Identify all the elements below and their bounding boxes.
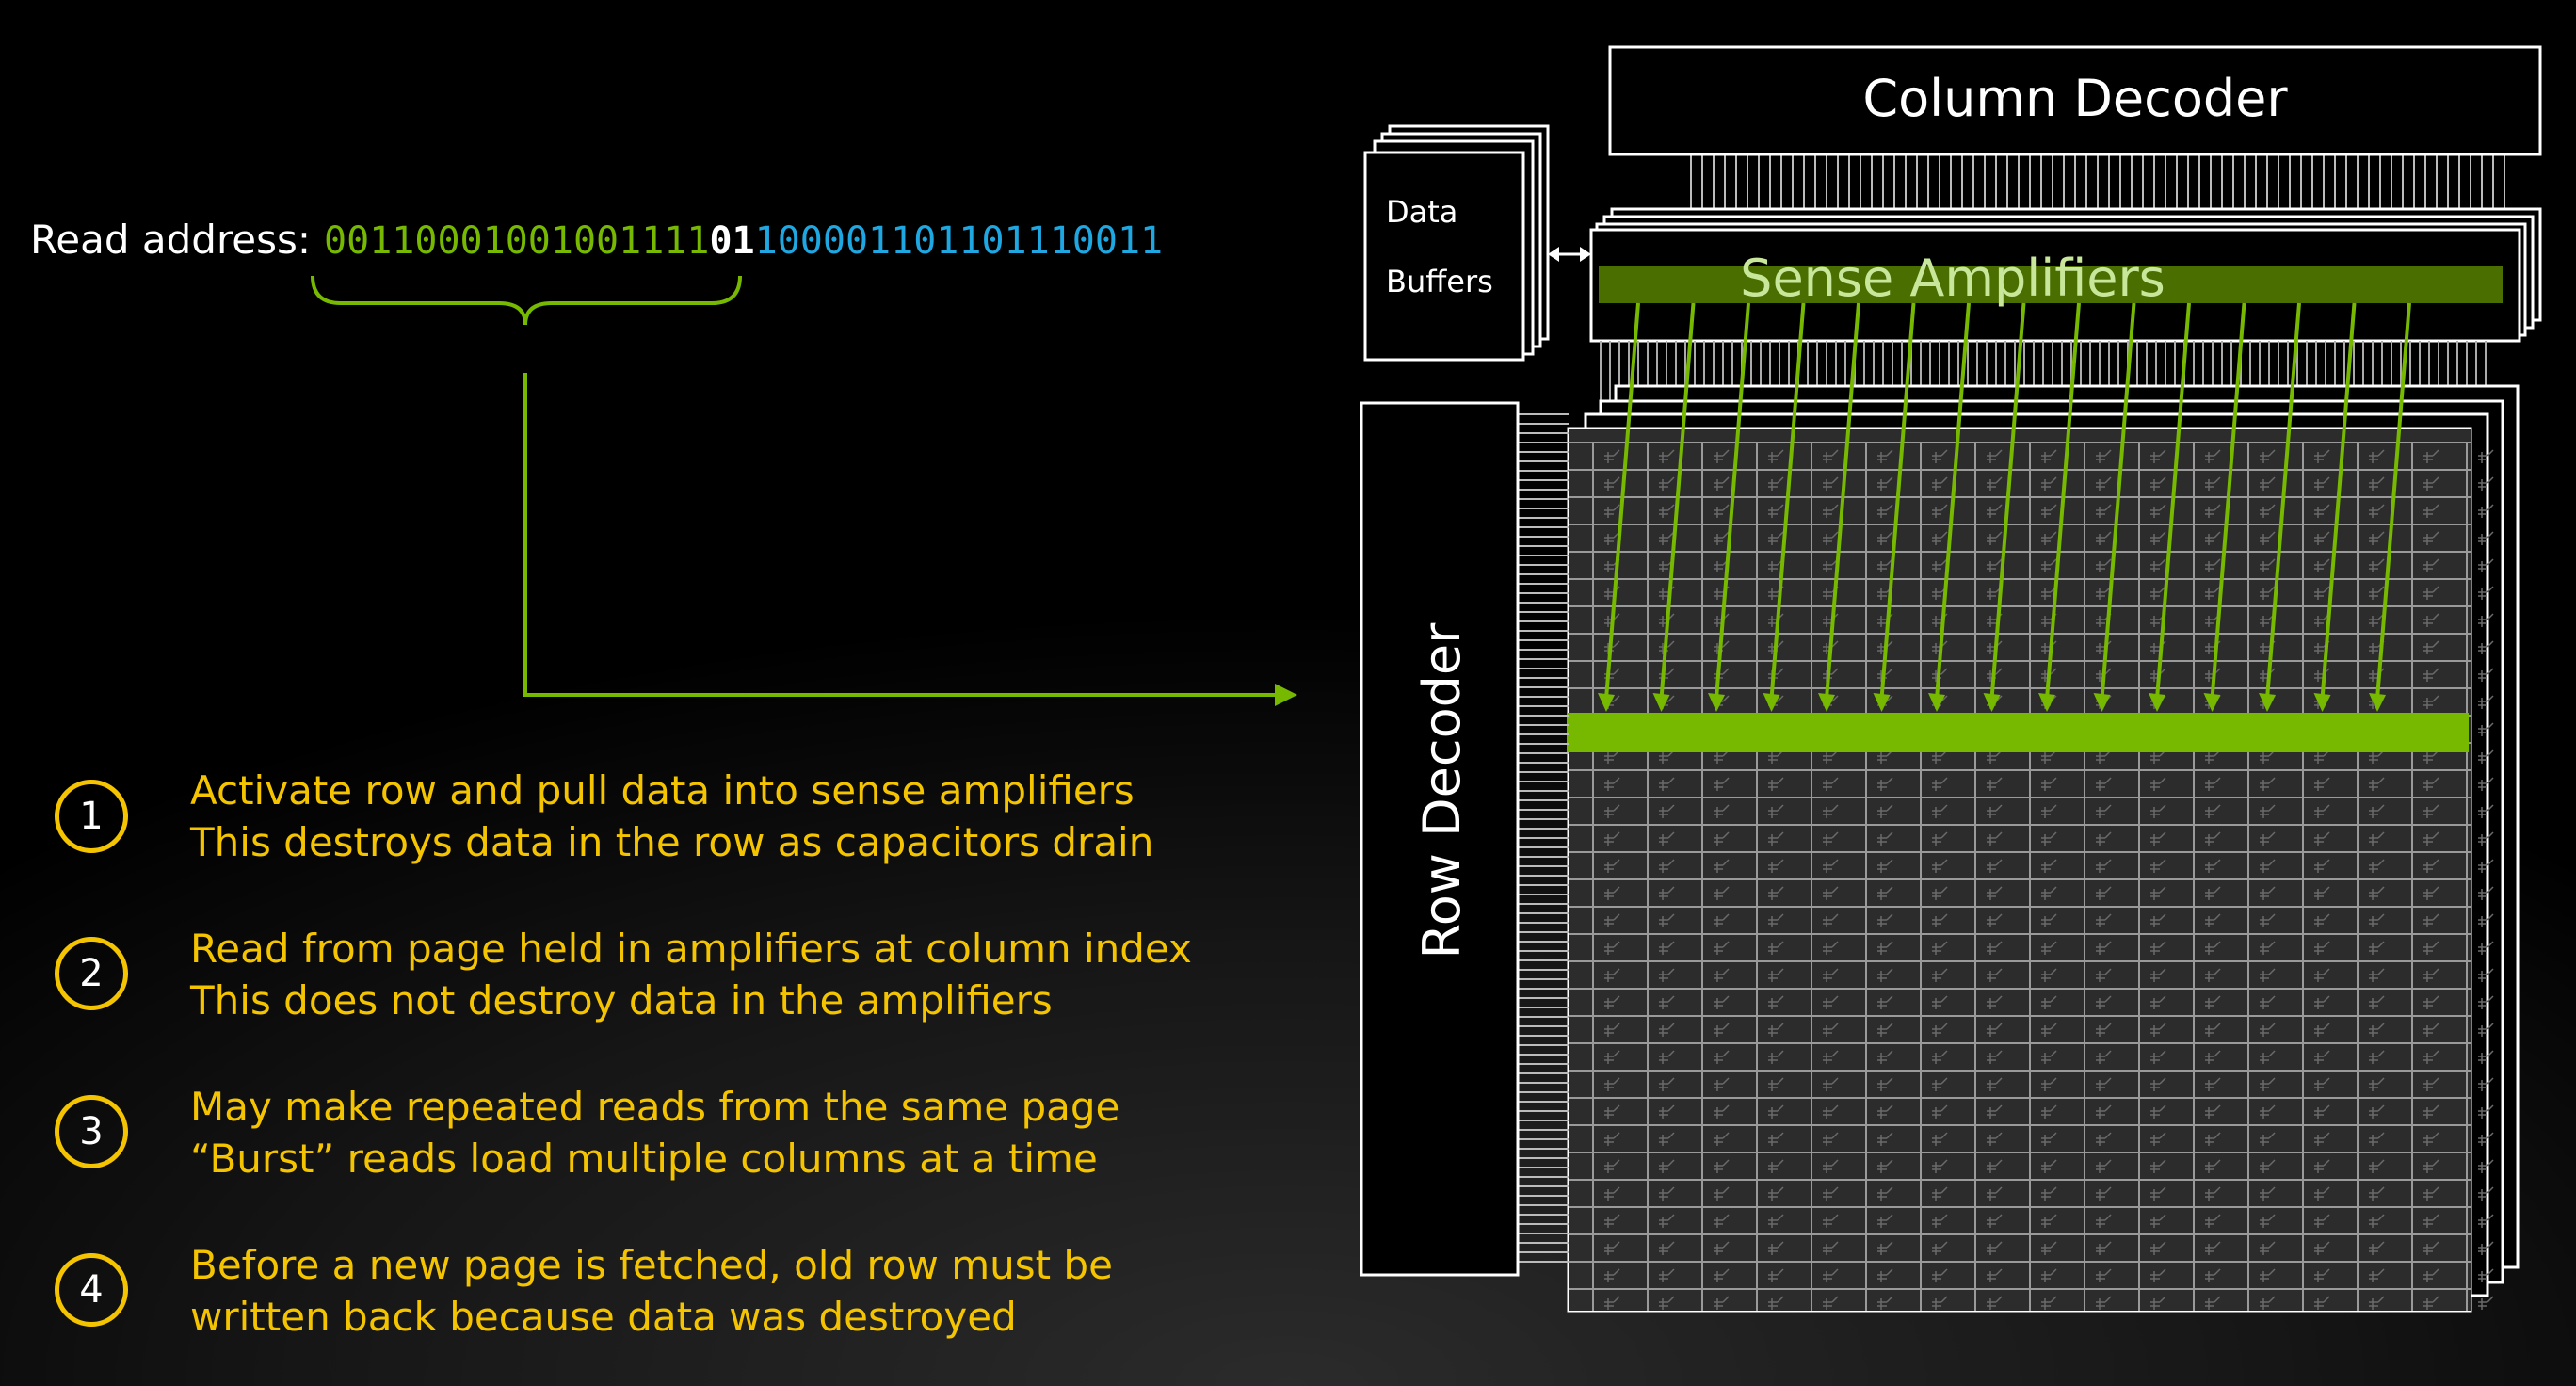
row-bits-brace	[311, 275, 742, 326]
active-row-highlight	[1567, 713, 2469, 752]
data-buffers-label-line-2: Buffers	[1386, 264, 1493, 299]
memory-array	[1567, 427, 2494, 1313]
data-buffers-label-line-1: Data	[1386, 194, 1457, 230]
cell	[2478, 1296, 2494, 1310]
row-select-arrowhead	[1275, 684, 1297, 706]
row-decoder-pins	[1518, 413, 1569, 1263]
row-decoder-label: Row Decoder	[1412, 622, 1472, 959]
dram-diagram: Column Decoder Sense Amplifiers Data Buf…	[311, 45, 2542, 1313]
data-buffers-stack	[1363, 124, 1550, 362]
sense-amplifiers-label: Sense Amplifiers	[1740, 249, 2165, 308]
column-decoder-label: Column Decoder	[1862, 69, 2288, 128]
buffer-sense-double-arrow	[1548, 247, 1591, 262]
row-select-connector	[523, 373, 1280, 697]
